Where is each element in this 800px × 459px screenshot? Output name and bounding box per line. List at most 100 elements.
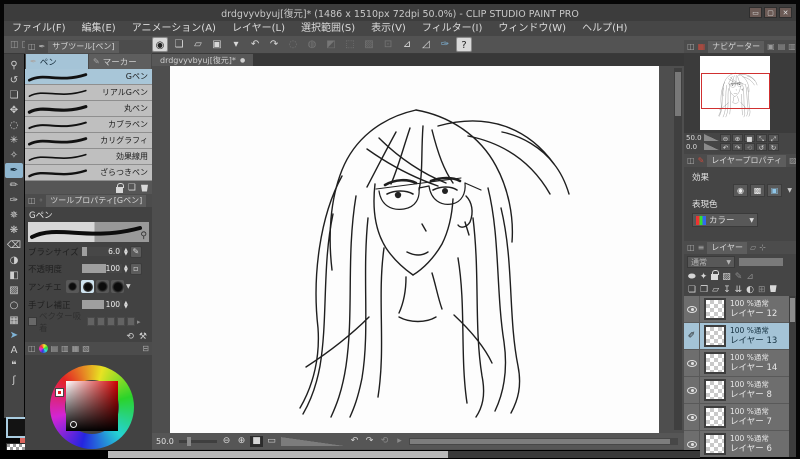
document-tab[interactable]: drdgvyvbyuj[復元]* ● — [152, 54, 254, 66]
save-file-button[interactable]: ▣ — [209, 37, 225, 52]
canvas-zoom-out-button[interactable]: ⊖ — [220, 434, 233, 448]
layer-mask-icon[interactable]: ◐ — [746, 285, 754, 295]
brush-size-stepper[interactable]: ▲ ▼ — [124, 247, 128, 256]
transfer-down-icon[interactable]: ↧ — [723, 285, 731, 295]
lock-layer-icon[interactable] — [711, 270, 720, 283]
canvas-reset-rotation-button[interactable]: ⟲ — [378, 434, 391, 448]
stabilize-stepper[interactable]: ▲ ▼ — [124, 300, 128, 309]
close-button[interactable]: ✕ — [779, 7, 792, 18]
brush-tool[interactable]: ✑ — [5, 193, 23, 208]
canvas-zoom-slider[interactable] — [179, 436, 217, 446]
nav-fit-button[interactable]: ■ — [744, 133, 755, 143]
snap-to-ruler-button[interactable]: ⊿ — [399, 37, 415, 52]
hue-marker[interactable] — [56, 389, 63, 396]
opacity-stepper[interactable]: ▲ ▼ — [124, 264, 128, 273]
balloon-tool[interactable]: ❝ — [5, 358, 23, 373]
approx-color-tab-icon[interactable]: ▧ — [82, 344, 90, 353]
menu-item[interactable]: ウィンドウ(W) — [490, 21, 574, 36]
canvas-zoom-in-button[interactable]: ⊕ — [235, 434, 248, 448]
object-tool[interactable]: ➤ — [5, 328, 23, 343]
canvas-rotation-slider[interactable] — [281, 436, 345, 446]
selection-tool[interactable]: ◌ — [5, 118, 23, 133]
nav-reset-view-button[interactable]: ↻ — [768, 142, 779, 152]
layer-move-tool[interactable]: ✥ — [5, 103, 23, 118]
clip-studio-open-button[interactable]: ◉ — [152, 37, 169, 52]
nav-rotate-cw-button[interactable]: ↷ — [732, 142, 743, 152]
brush-list-item[interactable]: カブラペン — [25, 117, 152, 133]
gradient-tool[interactable]: ▨ — [5, 283, 23, 298]
panel-menu-icon[interactable]: ◫ — [687, 42, 695, 51]
subtool-tab[interactable]: ✎ マーカー — [89, 54, 151, 69]
nav-reset-rotation-button[interactable]: ⟲ — [744, 142, 755, 152]
new-vector-layer-icon[interactable]: ❐ — [700, 285, 708, 295]
navigator-preview[interactable] — [684, 53, 796, 133]
menu-item[interactable]: 編集(E) — [74, 21, 124, 36]
layer-extra-tab-icon[interactable]: ⊹ — [759, 243, 766, 252]
vector-snap-expand-icon[interactable]: ▸ — [137, 318, 141, 326]
canvas-rotate-ccw-button[interactable]: ↶ — [348, 434, 361, 448]
brush-list-item[interactable]: 効果線用 — [25, 149, 152, 165]
pen-tool[interactable]: ✒ — [5, 163, 23, 178]
redo-button[interactable]: ↷ — [266, 37, 282, 52]
brush-list-item[interactable]: リアルGペン — [25, 85, 152, 101]
canvas-page[interactable] — [170, 66, 659, 433]
new-folder-icon[interactable]: ▱ — [712, 285, 719, 295]
layer-color-button[interactable]: ▣ — [767, 184, 782, 197]
layer-visibility-toggle[interactable]: ✐ — [684, 404, 700, 430]
expand-selection-button[interactable]: ⬚ — [342, 37, 358, 52]
maximize-button[interactable]: ▢ — [764, 7, 777, 18]
eraser-tool[interactable]: ⌫ — [5, 238, 23, 253]
menu-item[interactable]: レイヤー(L) — [224, 21, 293, 36]
blend-mode-dropdown[interactable]: 通常 ▼ — [687, 256, 735, 268]
shrink-selection-button[interactable]: ▨ — [361, 37, 377, 52]
antialias-weak-button[interactable] — [81, 280, 94, 293]
stabilize-slider[interactable]: 100 — [82, 300, 122, 309]
menu-item[interactable]: ヘルプ(H) — [574, 21, 635, 36]
animation-tab-icon[interactable]: ▨ — [789, 156, 796, 165]
tone-effect-button[interactable]: ▩ — [750, 184, 765, 197]
color-set-tab-icon[interactable]: ▥ — [61, 344, 69, 353]
auto-select-tool[interactable]: ✳ — [5, 133, 23, 148]
menu-item[interactable]: アニメーション(A) — [124, 21, 224, 36]
item-bank-tab-icon[interactable]: ▤ — [778, 42, 786, 51]
delete-subtool-icon[interactable] — [141, 184, 148, 192]
menu-item[interactable]: フィルター(I) — [414, 21, 491, 36]
canvas-rotate-step-button[interactable]: ▸ — [393, 434, 406, 448]
save-dropdown[interactable]: ▾ — [228, 37, 244, 52]
brush-list-item[interactable]: 丸ペン — [25, 101, 152, 117]
layer-search-tab-icon[interactable]: ▱ — [750, 243, 756, 252]
eyedropper-tool[interactable]: ✧ — [5, 148, 23, 163]
canvas-actual-size-button[interactable]: ▭ — [265, 434, 278, 448]
open-file-button[interactable]: ▱ — [190, 37, 206, 52]
layer-opacity-slider[interactable] — [739, 258, 783, 266]
decoration-tool[interactable]: ❋ — [5, 223, 23, 238]
clip-at-layer-icon[interactable]: ⬬ — [688, 272, 696, 282]
color-history-tab-icon[interactable]: ⊟ — [142, 344, 149, 353]
reference-layer-icon[interactable]: ✦ — [700, 272, 708, 282]
layer-row[interactable]: ✐ 100 %通常 レイヤー 14 — [684, 350, 789, 377]
magnifier-icon[interactable]: ⚲ — [140, 231, 147, 241]
text-tool[interactable]: A — [5, 343, 23, 358]
layer-visibility-toggle[interactable]: ✐ — [684, 296, 700, 322]
color-slider-tab-icon[interactable]: ▤ — [51, 344, 59, 353]
vector-snap-checkbox[interactable] — [28, 317, 37, 326]
nav-flip-v-button[interactable]: ⤢ — [768, 133, 779, 143]
border-effect-button[interactable]: ◉ — [733, 184, 748, 197]
nav-flip-h-button[interactable]: ⤡ — [756, 133, 767, 143]
snap-to-special-ruler-button[interactable]: ◿ — [418, 37, 434, 52]
navigator-view-rectangle[interactable] — [701, 73, 770, 109]
intermediate-color-tab-icon[interactable]: ▦ — [72, 344, 80, 353]
antialias-none-button[interactable] — [66, 280, 79, 293]
nav-zoom-out-button[interactable]: ⊖ — [720, 133, 731, 143]
panel-menu-icon[interactable]: ◫ — [28, 344, 36, 353]
fill-tool[interactable]: ◧ — [5, 268, 23, 283]
layer-visibility-toggle[interactable]: ✐ — [684, 377, 700, 403]
panel-menu-icon[interactable]: ◫ — [687, 243, 695, 252]
frame-border-tool[interactable]: ▦ — [5, 313, 23, 328]
brush-list-item[interactable]: ざらつきペン — [25, 165, 152, 181]
new-raster-layer-icon[interactable]: ❏ — [688, 285, 696, 295]
opacity-option-button[interactable]: ▫ — [129, 262, 142, 275]
info-tab-icon[interactable]: ▥ — [788, 42, 796, 51]
canvas-vertical-scrollbar[interactable] — [674, 68, 682, 430]
main-color-swatch[interactable] — [6, 417, 27, 438]
